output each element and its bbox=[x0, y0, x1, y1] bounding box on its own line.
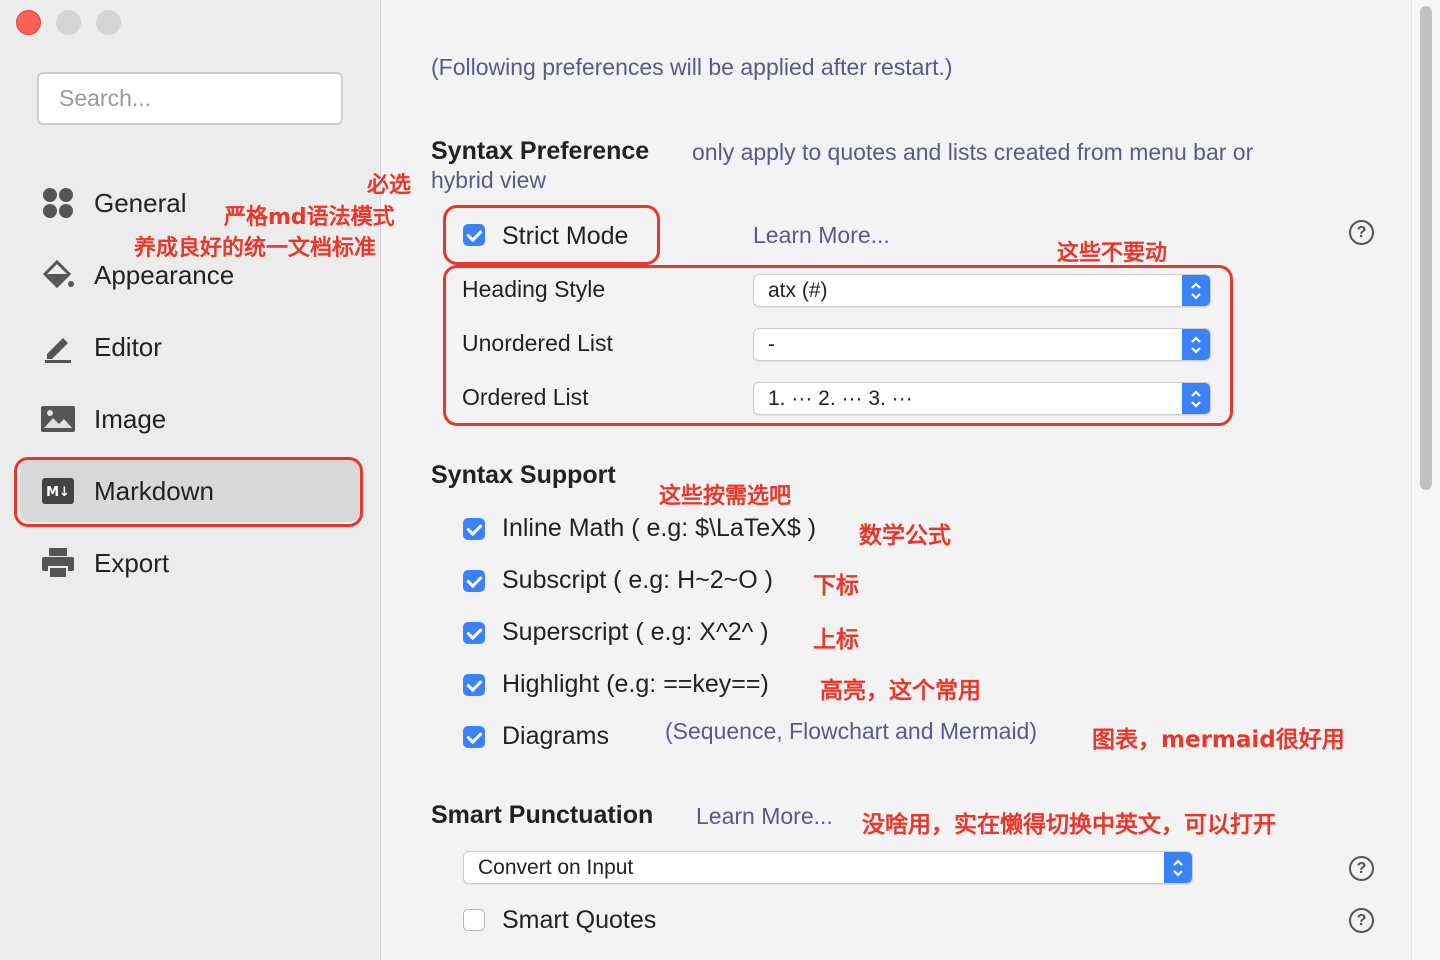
subscript-checkbox[interactable] bbox=[463, 570, 485, 592]
sidebar-item-label: General bbox=[94, 187, 187, 218]
markdown-highlight-box bbox=[14, 457, 363, 527]
sidebar-item-label: Image bbox=[94, 403, 167, 434]
help-icon[interactable]: ? bbox=[1349, 856, 1374, 881]
annotation-strict-md: 严格md语法模式 bbox=[224, 205, 395, 230]
syntax-preference-title: Syntax Preference bbox=[431, 137, 650, 165]
strict-mode-highlight-box bbox=[443, 205, 660, 265]
inline-math-label: Inline Math ( e.g: $\LaTeX$ ) bbox=[502, 514, 817, 542]
diagrams-checkbox[interactable] bbox=[463, 726, 485, 748]
annotation-smart-punct: 没啥用，实在懒得切换中英文，可以打开 bbox=[862, 812, 1276, 838]
inline-math-checkbox[interactable] bbox=[463, 518, 485, 540]
sidebar-item-label: Export bbox=[94, 547, 170, 578]
syntax-preference-note: only apply to quotes and lists created f… bbox=[692, 139, 1254, 165]
sidebar-item-export[interactable]: Export bbox=[20, 532, 360, 594]
annotation-dont-touch: 这些不要动 bbox=[1057, 241, 1168, 266]
smart-quotes-checkbox[interactable] bbox=[463, 909, 485, 931]
pencil-icon bbox=[40, 329, 76, 365]
close-window-button[interactable] bbox=[16, 10, 41, 35]
highlight-label: Highlight (e.g: ==key==) bbox=[502, 670, 769, 698]
annotation-math: 数学公式 bbox=[859, 523, 951, 549]
subscript-label: Subscript ( e.g: H~2~O ) bbox=[502, 566, 773, 594]
search-input[interactable] bbox=[37, 72, 343, 125]
sidebar-item-label: Appearance bbox=[94, 259, 235, 290]
help-icon[interactable]: ? bbox=[1349, 908, 1374, 933]
diagrams-note: (Sequence, Flowchart and Mermaid) bbox=[665, 718, 1037, 744]
annotation-highlight: 高亮，这个常用 bbox=[820, 678, 981, 704]
maximize-window-button[interactable] bbox=[96, 10, 121, 35]
annotation-diagrams: 图表，mermaid很好用 bbox=[1092, 727, 1345, 753]
highlight-checkbox[interactable] bbox=[463, 674, 485, 696]
sidebar-item-editor[interactable]: Editor bbox=[20, 316, 360, 378]
superscript-label: Superscript ( e.g: X^2^ ) bbox=[502, 618, 769, 646]
chevron-updown-icon bbox=[1164, 852, 1192, 883]
restart-note: (Following preferences will be applied a… bbox=[431, 54, 953, 80]
annotation-choose-as-needed: 这些按需选吧 bbox=[659, 484, 792, 509]
minimize-window-button[interactable] bbox=[56, 10, 81, 35]
help-icon[interactable]: ? bbox=[1349, 220, 1374, 245]
smart-quotes-label: Smart Quotes bbox=[502, 906, 657, 934]
strict-mode-learn-more-link[interactable]: Learn More... bbox=[753, 222, 890, 249]
smart-punctuation-title: Smart Punctuation bbox=[431, 801, 654, 829]
superscript-checkbox[interactable] bbox=[463, 622, 485, 644]
diagrams-label: Diagrams bbox=[502, 722, 609, 750]
annotation-good-habit: 养成良好的统一文档标准 bbox=[134, 236, 377, 261]
sidebar-item-image[interactable]: Image bbox=[20, 388, 360, 450]
image-icon bbox=[40, 401, 76, 437]
smart-punctuation-learn-more-link[interactable]: Learn More... bbox=[696, 803, 833, 830]
annotation-must-select: 必选 bbox=[367, 173, 412, 198]
annotation-superscript: 上标 bbox=[813, 627, 859, 653]
list-style-highlight-box bbox=[443, 265, 1233, 426]
syntax-support-title: Syntax Support bbox=[431, 461, 616, 489]
vertical-scrollbar[interactable] bbox=[1411, 0, 1440, 960]
paint-bucket-icon bbox=[40, 257, 76, 293]
smart-punctuation-value: Convert on Input bbox=[478, 856, 634, 879]
scrollbar-thumb[interactable] bbox=[1420, 6, 1432, 490]
grid-icon bbox=[40, 185, 76, 221]
printer-icon bbox=[40, 545, 76, 581]
syntax-preference-note-cont: hybrid view bbox=[431, 167, 547, 193]
annotation-subscript: 下标 bbox=[813, 573, 859, 599]
smart-punctuation-select[interactable]: Convert on Input bbox=[463, 851, 1193, 884]
sidebar-item-label: Editor bbox=[94, 331, 162, 362]
